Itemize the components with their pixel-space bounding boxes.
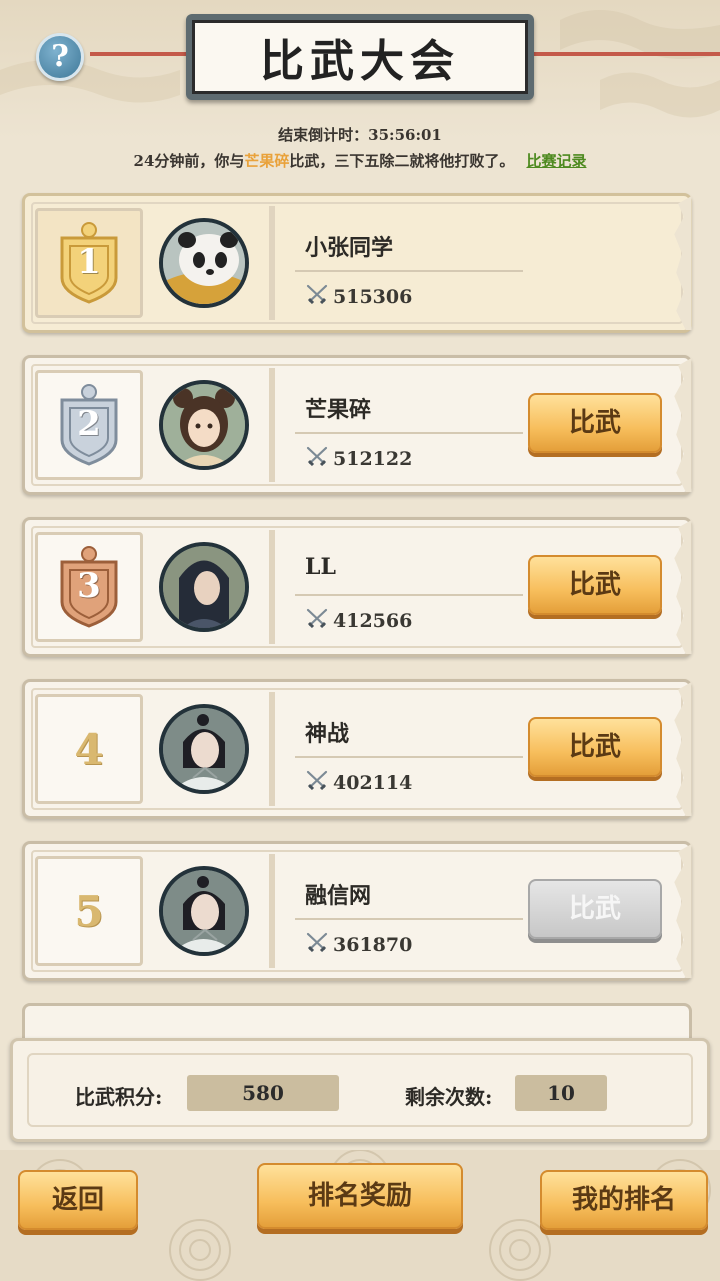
combat-power: 515306 xyxy=(305,284,412,309)
duel-button[interactable]: 比武 xyxy=(528,717,662,777)
ranking-card: 4 神战 402114 比武 xyxy=(22,679,692,819)
rank-box: 5 xyxy=(35,856,143,966)
player-info: 芒果碎 512122 xyxy=(269,368,523,482)
rank-medal-icon: 3 xyxy=(54,544,124,630)
player-name: 融信网 xyxy=(305,883,372,909)
news-prefix: 24分钟前，你与 xyxy=(133,152,245,170)
rank-number: 1 xyxy=(77,242,101,282)
news-opponent[interactable]: 芒果碎 xyxy=(244,152,289,170)
power-value: 361870 xyxy=(333,933,413,956)
stats-panel: 比武积分: 580 剩余次数: 10 xyxy=(10,1038,710,1142)
duel-button[interactable]: 比武 xyxy=(528,555,662,615)
info-divider xyxy=(295,270,523,272)
battle-news: 24分钟前，你与芒果碎比武，三下五除二就将他打败了。 比赛记录 xyxy=(0,150,720,171)
duel-button[interactable]: 比武 xyxy=(528,879,662,939)
rank-rewards-button[interactable]: 排名奖励 xyxy=(257,1163,463,1229)
info-divider xyxy=(295,594,523,596)
countdown-label: 结束倒计时： xyxy=(278,126,369,144)
duel-button[interactable]: 比武 xyxy=(528,393,662,453)
rank-number: 3 xyxy=(77,566,101,606)
my-rank-button[interactable]: 我的排名 xyxy=(540,1170,708,1230)
power-value: 412566 xyxy=(333,609,413,632)
countdown-value: 35:56:01 xyxy=(368,126,442,144)
decorative-rope-left xyxy=(90,52,186,56)
crossed-swords-icon xyxy=(305,932,329,957)
info-divider xyxy=(295,432,523,434)
combat-power: 361870 xyxy=(305,932,412,957)
ranking-card: 3 LL 412566 比武 xyxy=(22,517,692,657)
scholar-avatar[interactable] xyxy=(159,704,249,794)
back-button[interactable]: 返回 xyxy=(18,1170,138,1230)
score-value: 580 xyxy=(187,1075,339,1111)
combat-power: 402114 xyxy=(305,770,412,795)
crossed-swords-icon xyxy=(305,608,329,633)
torn-edge-decoration xyxy=(674,682,692,816)
help-button[interactable]: ? xyxy=(36,33,84,81)
rank-number: 2 xyxy=(77,404,101,444)
page-title: 比武大会 xyxy=(260,36,460,87)
countdown-timer: 结束倒计时：35:56:01 xyxy=(0,124,720,145)
ranking-card: 5 融信网 361870 比武 xyxy=(22,841,692,981)
crossed-swords-icon xyxy=(305,446,329,471)
decorative-rope-right xyxy=(534,52,720,56)
player-info: LL 412566 xyxy=(269,530,523,644)
info-divider xyxy=(295,756,523,758)
remaining-value: 10 xyxy=(515,1075,607,1111)
player-name: 神战 xyxy=(305,721,350,747)
combat-power: 512122 xyxy=(305,446,412,471)
power-value: 512122 xyxy=(333,447,413,470)
rank-number: 4 xyxy=(74,724,104,774)
girl-avatar[interactable] xyxy=(159,380,249,470)
rank-number: 5 xyxy=(74,886,104,936)
scholar-avatar[interactable] xyxy=(159,866,249,956)
torn-edge-decoration xyxy=(674,520,692,654)
panda-avatar[interactable] xyxy=(159,218,249,308)
torn-edge-decoration xyxy=(674,844,692,978)
rank-medal-icon: 1 xyxy=(54,220,124,306)
ranking-card: 2 芒果碎 512122 比武 xyxy=(22,355,692,495)
title-plaque: 比武大会 xyxy=(186,14,534,100)
player-info: 神战 402114 xyxy=(269,692,523,806)
ranking-card-partial xyxy=(22,1003,692,1043)
crossed-swords-icon xyxy=(305,770,329,795)
player-name: 小张同学 xyxy=(305,235,394,261)
swordsman-avatar[interactable] xyxy=(159,542,249,632)
ranking-card: 1 小张同学 515306 xyxy=(22,193,692,333)
title-frame: 比武大会 xyxy=(192,20,528,94)
player-name: LL xyxy=(305,554,336,580)
rank-box: 2 xyxy=(35,370,143,480)
rank-medal-icon: 2 xyxy=(54,382,124,468)
player-name: 芒果碎 xyxy=(305,397,372,423)
torn-edge-decoration xyxy=(674,358,692,492)
crossed-swords-icon xyxy=(305,284,329,309)
rank-box: 4 xyxy=(35,694,143,804)
rank-box: 3 xyxy=(35,532,143,642)
match-record-link[interactable]: 比赛记录 xyxy=(526,152,586,170)
power-value: 515306 xyxy=(333,285,413,308)
player-info: 融信网 361870 xyxy=(269,854,523,968)
player-info: 小张同学 515306 xyxy=(269,206,523,320)
power-value: 402114 xyxy=(333,771,413,794)
news-suffix: 比武，三下五除二就将他打败了。 xyxy=(289,152,515,170)
torn-edge-decoration xyxy=(674,196,692,330)
info-divider xyxy=(295,918,523,920)
combat-power: 412566 xyxy=(305,608,412,633)
score-label: 比武积分: xyxy=(75,1085,163,1109)
rank-box: 1 xyxy=(35,208,143,318)
remaining-label: 剩余次数: xyxy=(405,1085,493,1109)
